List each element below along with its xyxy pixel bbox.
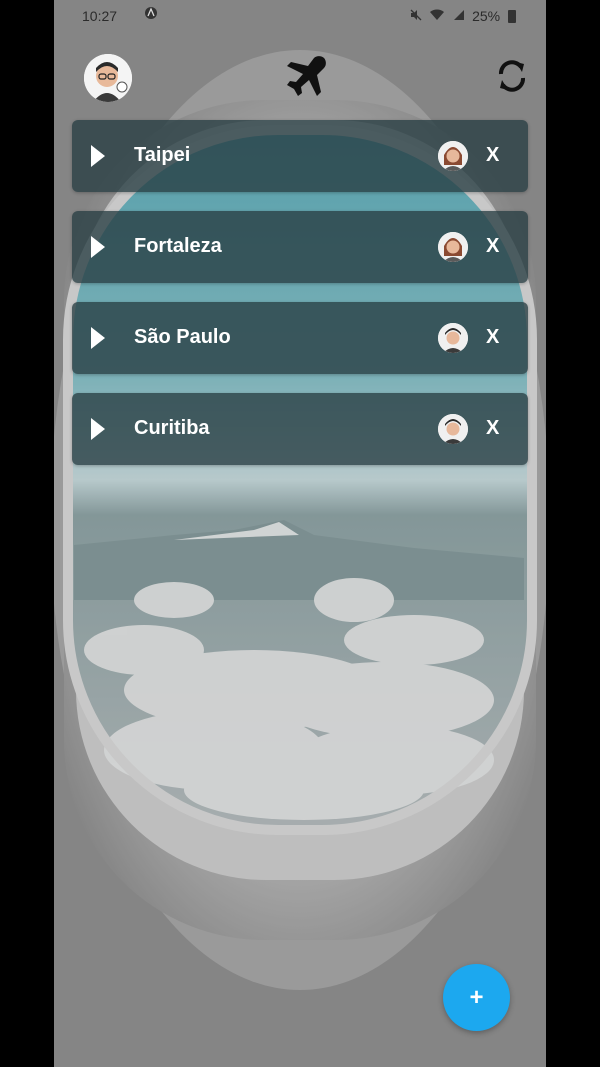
user-avatar-icon [84, 54, 132, 102]
status-indicators: 25% [410, 8, 516, 24]
remove-trip-button[interactable]: X [486, 417, 499, 440]
trip-city: Fortaleza [134, 235, 222, 257]
traveler-avatar [438, 323, 468, 353]
notification-icons [144, 6, 158, 23]
wifi-icon [429, 9, 448, 24]
play-icon[interactable] [90, 326, 106, 350]
play-icon[interactable] [90, 417, 106, 441]
traveler-avatar [438, 232, 468, 262]
traveler-avatar [438, 414, 468, 444]
trip-city: Curitiba [134, 417, 210, 439]
profile-avatar[interactable] [84, 54, 132, 102]
airplane-icon [287, 56, 326, 96]
status-bar: 10:27 25% [54, 0, 546, 32]
add-trip-button[interactable]: + [443, 964, 510, 1031]
remove-trip-button[interactable]: X [486, 326, 499, 349]
mute-icon [410, 9, 425, 24]
battery-icon [508, 10, 516, 23]
status-time: 10:27 [82, 8, 118, 24]
remove-trip-button[interactable]: X [486, 235, 499, 258]
trip-card[interactable]: Curitiba X [72, 393, 528, 465]
play-icon[interactable] [90, 235, 106, 259]
app-notification-icon [145, 7, 157, 19]
refresh-icon[interactable] [494, 58, 530, 94]
trip-card[interactable]: São Paulo X [72, 302, 528, 374]
traveler-avatar [438, 141, 468, 171]
trip-card[interactable]: Taipei X [72, 120, 528, 192]
battery-percent: 25% [472, 8, 501, 24]
app-screen: 10:27 25% Taipei X Fortaleza X São Paulo… [54, 0, 546, 1067]
play-icon[interactable] [90, 144, 106, 168]
remove-trip-button[interactable]: X [486, 144, 499, 167]
trip-card[interactable]: Fortaleza X [72, 211, 528, 283]
trip-list: Taipei X Fortaleza X São Paulo X Curitib… [72, 120, 528, 484]
signal-icon [453, 10, 468, 24]
trip-city: Taipei [134, 144, 191, 166]
trip-city: São Paulo [134, 326, 231, 348]
app-header [54, 50, 546, 110]
